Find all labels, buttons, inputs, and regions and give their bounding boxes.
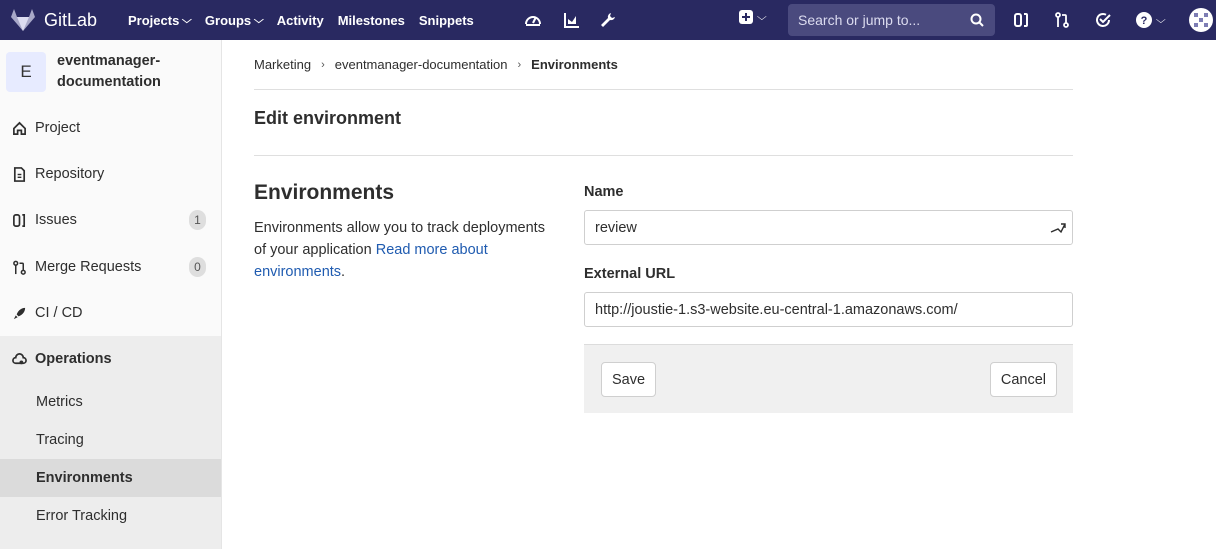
breadcrumb-project[interactable]: eventmanager-documentation bbox=[335, 57, 508, 72]
nav-milestones[interactable]: Milestones bbox=[338, 0, 405, 40]
sidebar-item-merge-requests[interactable]: Merge Requests 0 bbox=[0, 244, 221, 290]
search-icon bbox=[970, 13, 984, 27]
search-input[interactable] bbox=[798, 12, 958, 28]
chevron-right-icon: › bbox=[517, 58, 522, 71]
nav-activity[interactable]: Activity bbox=[277, 0, 324, 40]
plus-square-icon bbox=[739, 10, 753, 24]
breadcrumb-marketing[interactable]: Marketing bbox=[254, 57, 311, 72]
section-description: Environments allow you to track deployme… bbox=[254, 217, 554, 283]
description-end: . bbox=[341, 264, 346, 280]
issues-count-badge: 1 bbox=[189, 210, 206, 230]
sidebar-subitem-label: Metrics bbox=[36, 394, 83, 410]
project-name: eventmanager-documentation bbox=[57, 53, 161, 90]
breadcrumb-environments[interactable]: Environments bbox=[531, 57, 618, 72]
merge-request-icon[interactable] bbox=[1051, 9, 1073, 31]
divider bbox=[254, 89, 1073, 90]
sidebar-item-label: Project bbox=[35, 120, 81, 136]
sidebar-item-label: Issues bbox=[35, 212, 77, 228]
name-field-wrapper bbox=[584, 210, 1073, 245]
project-avatar: E bbox=[6, 52, 46, 92]
chevron-right-icon: › bbox=[321, 58, 325, 71]
cloud-gear-icon bbox=[11, 351, 27, 367]
sidebar-item-label: Merge Requests bbox=[35, 259, 142, 275]
sidebar-subitem-metrics[interactable]: Metrics bbox=[0, 383, 221, 421]
external-url-field-wrapper bbox=[584, 292, 1073, 327]
nav-projects[interactable]: Projects ⌵ bbox=[128, 0, 193, 40]
merge-requests-count-badge: 0 bbox=[189, 257, 206, 277]
sidebar-item-label: CI / CD bbox=[35, 305, 83, 321]
save-button[interactable]: Save bbox=[601, 362, 657, 397]
sidebar-item-ci-cd[interactable]: CI / CD bbox=[0, 290, 221, 336]
section-title: Environments bbox=[254, 181, 395, 204]
breadcrumb: Marketing › eventmanager-documentation ›… bbox=[254, 57, 618, 72]
autofill-key-icon[interactable] bbox=[1050, 220, 1066, 236]
name-label: Name bbox=[584, 184, 624, 200]
help-dropdown[interactable]: ? ⌵ bbox=[1132, 9, 1168, 31]
issues-icon[interactable] bbox=[1010, 9, 1032, 31]
sidebar-item-repository[interactable]: Repository bbox=[0, 151, 221, 197]
merge-request-icon bbox=[11, 259, 27, 275]
operations-group: Operations Metrics Tracing Environments … bbox=[0, 336, 221, 549]
todo-check-icon[interactable] bbox=[1092, 9, 1114, 31]
external-url-label: External URL bbox=[584, 266, 676, 282]
sidebar-subitem-label: Tracing bbox=[36, 432, 84, 448]
chevron-down-icon: ⌵ bbox=[182, 14, 193, 26]
sidebar-subitem-error-tracking[interactable]: Error Tracking bbox=[0, 497, 221, 535]
name-field[interactable] bbox=[595, 219, 1035, 236]
project-sidebar: E eventmanager-documentation Project Rep… bbox=[0, 40, 222, 549]
nav-snippets[interactable]: Snippets bbox=[419, 0, 474, 40]
form-actions: Save Cancel bbox=[584, 344, 1073, 413]
rocket-icon bbox=[11, 305, 27, 321]
chevron-down-icon: ⌵ bbox=[1156, 14, 1166, 26]
gitlab-home-link[interactable]: GitLab bbox=[10, 8, 114, 32]
analytics-chart-icon[interactable] bbox=[561, 9, 583, 31]
chevron-down-icon: ⌵ bbox=[254, 14, 264, 26]
nav-groups[interactable]: Groups ⌵ bbox=[205, 0, 264, 40]
home-icon bbox=[11, 120, 27, 136]
page-title: Edit environment bbox=[254, 108, 402, 128]
issues-icon bbox=[11, 212, 27, 228]
sidebar-item-issues[interactable]: Issues 1 bbox=[0, 197, 221, 243]
sidebar-item-operations[interactable]: Operations bbox=[0, 336, 221, 382]
svg-text:?: ? bbox=[1141, 15, 1148, 27]
sidebar-subitem-label: Error Tracking bbox=[36, 508, 128, 524]
project-header[interactable]: E eventmanager-documentation bbox=[0, 40, 221, 104]
user-avatar-icon[interactable] bbox=[1188, 7, 1214, 33]
admin-dashboard-icon[interactable] bbox=[522, 9, 544, 31]
sidebar-item-label: Repository bbox=[35, 166, 105, 182]
brand-name: GitLab bbox=[44, 9, 98, 30]
gitlab-logo-icon bbox=[11, 9, 35, 31]
sidebar-item-project[interactable]: Project bbox=[0, 105, 221, 151]
wrench-icon[interactable] bbox=[597, 9, 619, 31]
sidebar-subitem-label: Environments bbox=[36, 470, 133, 486]
sidebar-subitem-environments[interactable]: Environments bbox=[0, 459, 221, 497]
help-icon: ? bbox=[1136, 12, 1153, 28]
sidebar-subitem-tracing[interactable]: Tracing bbox=[0, 421, 221, 459]
new-item-dropdown[interactable]: ⌵ bbox=[738, 9, 767, 25]
external-url-field[interactable] bbox=[595, 301, 1035, 318]
search-box[interactable] bbox=[788, 4, 995, 36]
top-navbar: GitLab Projects ⌵ Groups ⌵ Activity Milest… bbox=[0, 0, 1216, 40]
cancel-button[interactable]: Cancel bbox=[989, 362, 1057, 397]
divider bbox=[254, 155, 1073, 156]
chevron-down-icon: ⌵ bbox=[756, 11, 767, 23]
doc-icon bbox=[11, 166, 27, 182]
sidebar-item-label: Operations bbox=[35, 351, 112, 367]
